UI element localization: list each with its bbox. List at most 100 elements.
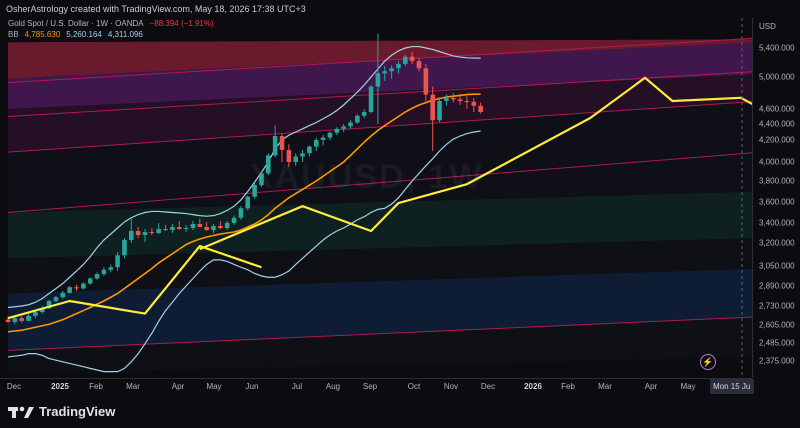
time-tick: Mar — [126, 382, 140, 391]
candle-body — [437, 101, 442, 121]
price-axis[interactable]: USD 5,400.000 5,000.000 4,600.000 4,400.000… — [752, 18, 800, 378]
time-axis[interactable]: Dec 2025 Feb Mar Apr May Jun Jul Aug Sep Oct Nov Dec… — [0, 378, 754, 395]
candle-body — [5, 319, 11, 322]
price-tick: 4,200.000 — [759, 135, 795, 145]
legend-bb-label[interactable]: BB — [8, 29, 19, 40]
candle-body — [108, 267, 114, 270]
candle-body — [74, 287, 79, 289]
candle-body — [403, 56, 408, 64]
price-tick: 5,000.000 — [759, 72, 795, 82]
price-tick: 4,400.000 — [759, 119, 795, 129]
candle-body — [190, 224, 196, 228]
chart-credit: OsherAstrology created with TradingView.… — [0, 0, 800, 18]
tradingview-logo-icon — [8, 406, 34, 418]
time-tick: 2026 — [524, 382, 542, 391]
time-tick: Aug — [325, 382, 341, 391]
tradingview-logo[interactable]: TradingView — [8, 404, 115, 419]
symbol-watermark: XAUUSD, 1W — [250, 158, 484, 196]
candle-body — [135, 231, 141, 235]
price-tick: 2,730.000 — [759, 301, 795, 311]
time-tick: May — [680, 382, 696, 391]
candle-body — [245, 196, 251, 209]
time-tick: May — [206, 382, 222, 391]
brand-name: TradingView — [39, 404, 116, 419]
candle-body — [279, 136, 285, 150]
time-tick: Apr — [644, 382, 658, 391]
candle-body — [218, 226, 223, 228]
candle-body — [444, 97, 449, 101]
candle-body — [320, 137, 326, 140]
price-chart[interactable] — [0, 18, 752, 378]
candle-body — [122, 240, 127, 256]
candle-body — [334, 128, 340, 133]
candle-body — [87, 278, 93, 284]
price-tick: 3,600.000 — [759, 197, 795, 207]
candle-body — [33, 312, 38, 316]
candle-body — [156, 229, 161, 233]
legend-bb-row[interactable]: BB 4,785.630 5,260.164 4,311.096 — [8, 29, 214, 40]
candle-body — [197, 224, 203, 227]
legend-bb-basis: 4,785.630 — [24, 30, 61, 39]
lightning-icon[interactable]: ⚡ — [700, 354, 716, 370]
chart-legend: Gold Spot / U.S. Dollar · 1W · OANDA −88… — [8, 18, 214, 40]
price-tick: 5,400.000 — [759, 43, 795, 53]
legend-symbol-row[interactable]: Gold Spot / U.S. Dollar · 1W · OANDA −88… — [8, 18, 214, 29]
candle-body — [170, 227, 175, 230]
candle-body — [101, 269, 107, 275]
legend-bb-upper: 5,260.164 — [66, 30, 102, 39]
candle-body — [464, 101, 470, 102]
legend-bb-lower: 4,311.096 — [107, 30, 143, 39]
candle-body — [94, 274, 100, 279]
price-tick: 3,050.000 — [759, 261, 795, 271]
candle-body — [19, 318, 24, 321]
currency-label[interactable]: USD — [759, 22, 776, 31]
time-tick: Feb — [89, 382, 103, 391]
time-tick: Mar — [598, 382, 612, 391]
candle-body — [142, 232, 148, 235]
candle-body — [423, 68, 429, 95]
footer: TradingView — [0, 394, 800, 428]
candle-body — [327, 132, 333, 138]
time-tick: Dec — [480, 382, 496, 391]
candle-body — [115, 255, 120, 268]
candle-body — [231, 217, 237, 223]
time-cursor-label: Mon 15 Ju — [710, 379, 754, 395]
candle-body — [382, 71, 388, 74]
time-tick: Oct — [407, 382, 421, 391]
price-tick: 3,400.000 — [759, 218, 795, 228]
candle-body — [471, 101, 477, 106]
candle-body — [355, 115, 360, 123]
candle-body — [313, 140, 319, 147]
price-tick: 2,605.000 — [759, 320, 795, 330]
chart-pane[interactable]: XAUUSD, 1W Gold Spot / U.S. Dollar · 1W … — [0, 18, 752, 378]
candle-body — [272, 136, 278, 156]
candle-body — [81, 283, 86, 289]
price-tick: 4,000.000 — [759, 157, 795, 167]
candle-body — [348, 122, 353, 127]
time-tick: Apr — [171, 382, 185, 391]
time-tick: Jun — [245, 382, 259, 391]
candle-body — [224, 223, 230, 228]
candle-body — [53, 297, 59, 301]
candle-body — [149, 232, 155, 233]
time-tick: Jul — [291, 382, 303, 391]
price-tick: 2,485.000 — [759, 338, 795, 348]
candle-body — [163, 229, 168, 230]
candle-body — [389, 68, 394, 72]
candle-body — [416, 61, 422, 69]
candle-body — [341, 126, 346, 129]
candle-body — [361, 112, 367, 116]
candle-body — [26, 315, 31, 321]
candle-body — [129, 231, 134, 240]
price-tick: 3,800.000 — [759, 176, 795, 186]
candle-body — [300, 153, 305, 157]
time-tick: Dec — [6, 382, 22, 391]
candle-body — [457, 99, 463, 101]
time-tick: Nov — [443, 382, 459, 391]
candle-body — [204, 227, 209, 230]
candle-body — [211, 226, 216, 230]
candle-body — [12, 318, 18, 322]
candle-body — [238, 208, 244, 218]
legend-symbol[interactable]: Gold Spot / U.S. Dollar · 1W · OANDA — [8, 18, 144, 29]
candle-body — [375, 73, 381, 87]
